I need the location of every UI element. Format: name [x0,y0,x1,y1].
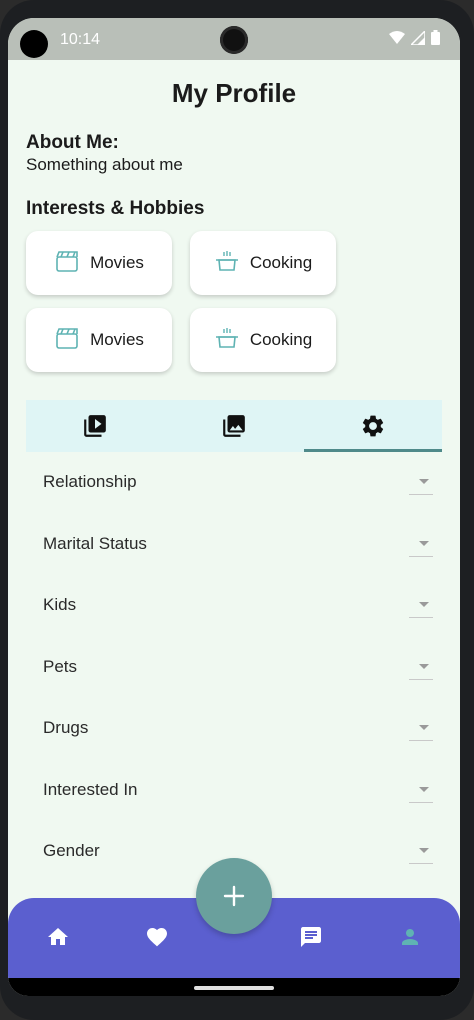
home-icon [48,928,68,945]
interest-chip-label: Movies [90,330,144,349]
photo-library-icon [223,415,245,437]
person-icon [402,929,418,945]
tab-photos[interactable] [165,400,303,452]
battery-icon [431,30,440,45]
movie-clapper-icon [54,325,80,356]
settings-gear-icon [362,415,384,437]
interest-chip-movies[interactable]: Movies [26,231,172,295]
dropdown-arrow-icon [419,848,429,853]
about-me-label: About Me: [26,132,119,153]
add-fab-button[interactable] [196,858,272,934]
about-me-text: Something about me [26,155,183,174]
app-screen: 10:14 My Profile About Me: Something abo… [8,18,460,996]
setting-dropdown-kids[interactable]: Kids [43,585,433,625]
cooking-pot-icon [214,248,240,279]
system-icons [389,30,440,45]
nav-home-button[interactable] [43,922,73,952]
dropdown-underline [409,556,433,557]
dropdown-underline [409,740,433,741]
tab-settings[interactable] [304,400,442,452]
setting-label: Relationship [43,472,137,491]
setting-label: Gender [43,841,100,860]
dropdown-underline [409,494,433,495]
interest-chip-label: Cooking [249,330,313,349]
dropdown-arrow-icon [419,541,429,546]
dropdown-arrow-icon [419,479,429,484]
interest-chip-movies[interactable]: Movies [26,308,172,372]
dropdown-arrow-icon [419,664,429,669]
setting-dropdown-relationship[interactable]: Relationship [43,462,433,502]
page-title: My Profile [171,78,297,108]
nav-messages-button[interactable] [296,922,326,952]
setting-label: Drugs [43,718,89,737]
setting-label: Pets [43,657,78,676]
interest-chip-cooking[interactable]: Cooking [190,231,336,295]
status-time: 10:14 [60,31,101,48]
dropdown-underline [409,617,433,618]
setting-label: Kids [43,595,77,614]
movie-clapper-icon [54,248,80,279]
video-library-icon [84,415,106,437]
signal-icon [411,30,425,45]
dropdown-arrow-icon [419,787,429,792]
interests-label: Interests & Hobbies [26,198,205,219]
setting-dropdown-marital-status[interactable]: Marital Status [43,524,433,564]
home-indicator[interactable] [194,986,274,990]
interest-chip-label: Cooking [249,253,313,272]
selected-tab-indicator [304,449,442,452]
profile-tab-bar [26,400,442,452]
dropdown-arrow-icon [419,725,429,730]
tab-videos[interactable] [26,400,164,452]
wifi-icon [389,30,405,44]
nav-favorites-button[interactable] [142,922,172,952]
interest-chip-label: Movies [90,253,144,272]
dropdown-arrow-icon [419,602,429,607]
setting-dropdown-interested-in[interactable]: Interested In [43,770,433,810]
setting-label: Marital Status [43,534,147,553]
setting-label: Interested In [43,780,138,799]
dropdown-underline [409,863,433,864]
status-bar: 10:14 [8,18,460,60]
dropdown-underline [409,802,433,803]
interest-chip-cooking[interactable]: Cooking [190,308,336,372]
plus-icon [223,885,245,907]
heart-icon [147,928,167,947]
setting-dropdown-pets[interactable]: Pets [43,647,433,687]
setting-dropdown-drugs[interactable]: Drugs [43,708,433,748]
chat-icon [301,927,321,947]
nav-profile-button[interactable] [395,922,425,952]
camera-lens [220,26,248,54]
dropdown-underline [409,679,433,680]
phone-frame: 10:14 My Profile About Me: Something abo… [0,0,474,1020]
cooking-pot-icon [214,325,240,356]
front-camera-cutout [20,30,48,58]
